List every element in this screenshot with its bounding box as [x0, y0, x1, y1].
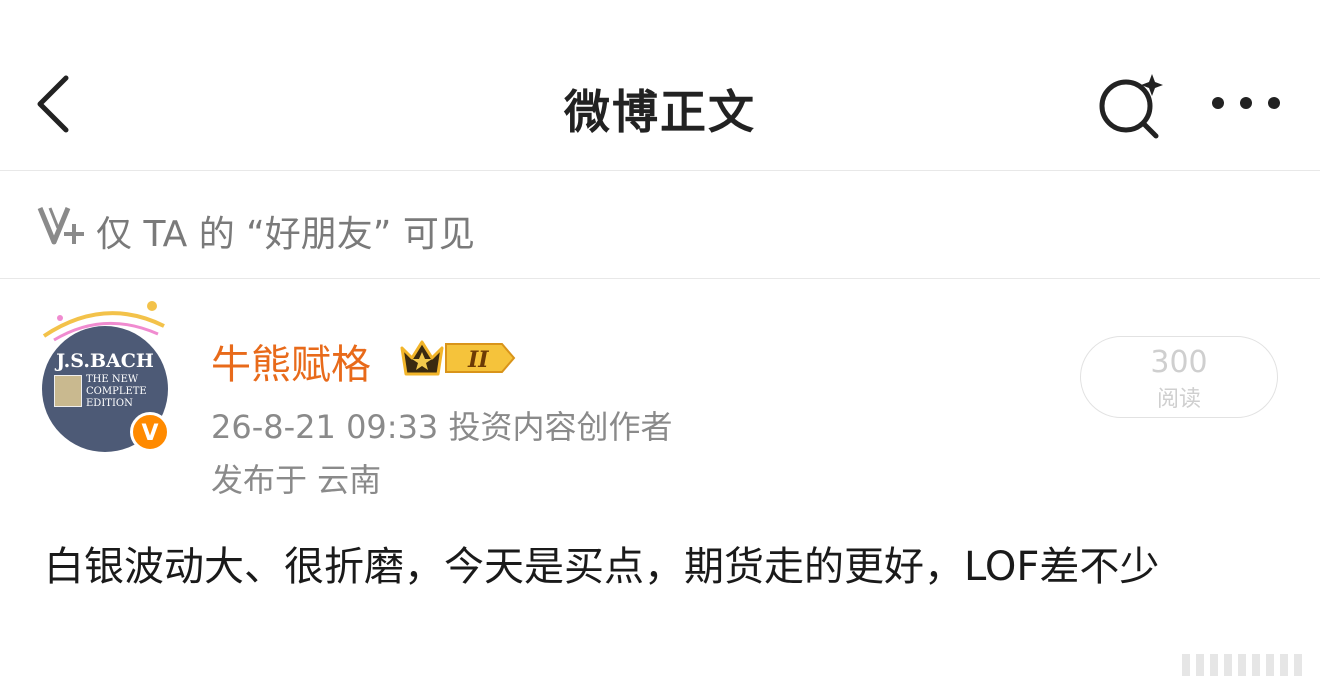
- avatar-subtitle: THE NEW COMPLETE EDITION: [86, 374, 147, 410]
- avatar-title: J.S.BACH: [56, 350, 154, 372]
- avatar-subtitle-line: EDITION: [86, 398, 133, 409]
- level-badge-text: II: [467, 347, 489, 373]
- avatar-portrait-image: [54, 375, 82, 407]
- read-count-pill: 300 阅读: [1080, 336, 1278, 418]
- read-count: 300: [1150, 345, 1208, 380]
- post-meta: 26-8-21 09:33 投资内容创作者: [211, 408, 673, 446]
- avatar-subtitle-line: COMPLETE: [86, 386, 147, 397]
- visibility-v-icon: [37, 207, 84, 245]
- verified-badge-icon: V: [130, 412, 170, 452]
- more-options-icon[interactable]: [1206, 88, 1286, 118]
- visibility-text: 仅 TA 的 “好朋友” 可见: [96, 214, 475, 255]
- member-crown-badge-icon[interactable]: II: [398, 336, 518, 380]
- search-icon[interactable]: [1094, 70, 1166, 140]
- top-nav-bar: 微博正文: [0, 0, 1320, 171]
- watermark-pattern: [1182, 654, 1302, 676]
- author-name[interactable]: 牛熊赋格: [211, 332, 371, 390]
- post-location: 发布于 云南: [211, 461, 382, 499]
- post-content: 白银波动大、很折磨，今天是买点，期货走的更好，LOF差不少: [44, 544, 1160, 590]
- avatar-subtitle-line: THE NEW: [86, 374, 139, 385]
- read-label: 阅读: [1156, 387, 1201, 412]
